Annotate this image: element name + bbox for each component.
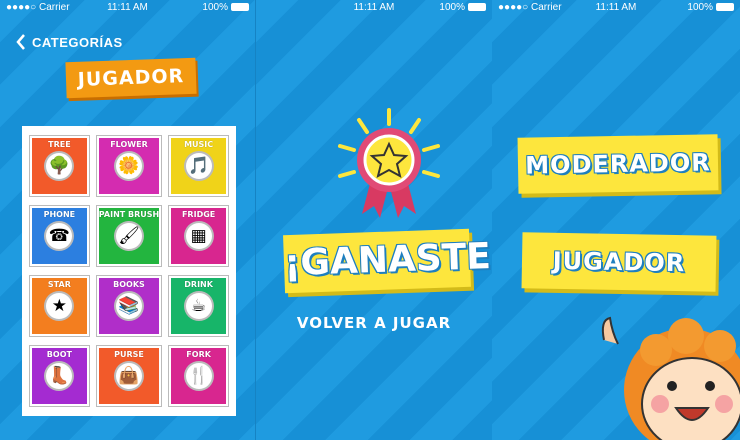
card-drink[interactable]: DRINK ☕ xyxy=(168,275,229,337)
card-label: BOOKS xyxy=(113,280,145,289)
win-screen: 11:11 AM 100% ¡GANASTE! VOLVER A JUGAR xyxy=(256,0,492,440)
boot-icon: 👢 xyxy=(44,361,75,391)
purse-icon: 👜 xyxy=(113,361,144,391)
battery-icon xyxy=(468,3,486,11)
card-tree[interactable]: TREE 🌳 xyxy=(29,135,90,197)
back-label: CATEGORÍAS xyxy=(32,34,123,50)
fridge-icon: ▦ xyxy=(183,221,214,251)
moderator-button[interactable]: MODERADOR xyxy=(517,134,719,194)
replay-button[interactable]: VOLVER A JUGAR xyxy=(256,314,492,332)
card-boot[interactable]: BOOT 👢 xyxy=(29,345,90,407)
paint-brush-icon: 🖌 xyxy=(113,221,144,251)
card-phone[interactable]: PHONE ☎ xyxy=(29,205,90,267)
card-music[interactable]: MUSIC 🎵 xyxy=(168,135,229,197)
card-books[interactable]: BOOKS 📚 xyxy=(95,275,163,337)
card-board: TREE 🌳 FLOWER 🌼 MUSIC 🎵 PHONE ☎ PAINT BRUSH 🖌 FRID… xyxy=(22,126,236,416)
card-star[interactable]: STAR ★ xyxy=(29,275,90,337)
card-label: BOOT xyxy=(46,350,72,359)
back-button[interactable]: CATEGORÍAS xyxy=(16,34,123,50)
card-label: STAR xyxy=(47,280,71,289)
card-fork[interactable]: FORK 🍴 xyxy=(168,345,229,407)
star-icon: ★ xyxy=(44,291,75,321)
books-icon: 📚 xyxy=(113,291,144,321)
card-label: DRINK xyxy=(184,280,213,289)
card-label: FLOWER xyxy=(110,140,148,149)
card-fridge[interactable]: FRIDGE ▦ xyxy=(168,205,229,267)
music-icon: 🎵 xyxy=(183,151,214,181)
status-bar: ●●●●○ Carrier 11:11 AM 100% xyxy=(0,0,255,16)
card-flower[interactable]: FLOWER 🌼 xyxy=(95,135,163,197)
card-label: FORK xyxy=(186,350,211,359)
girl-character-icon xyxy=(601,316,740,440)
card-purse[interactable]: PURSE 👜 xyxy=(95,345,163,407)
mode-tag: JUGADOR xyxy=(65,57,197,99)
flower-icon: 🌼 xyxy=(113,151,144,181)
phone-icon: ☎ xyxy=(44,221,75,251)
card-label: TREE xyxy=(48,140,71,149)
player-button[interactable]: JUGADOR xyxy=(521,232,717,292)
drink-icon: ☕ xyxy=(183,291,214,321)
status-bar: ●●●●○ Carrier 11:11 AM 100% xyxy=(492,0,740,16)
role-select-screen: ●●●●○ Carrier 11:11 AM 100% MODERADOR JU… xyxy=(492,0,740,440)
status-bar: 11:11 AM 100% xyxy=(256,0,492,16)
categories-screen: ●●●●○ Carrier 11:11 AM 100% CATEGORÍAS J… xyxy=(0,0,256,440)
fork-icon: 🍴 xyxy=(183,361,214,391)
tree-icon: 🌳 xyxy=(44,151,75,181)
card-label: MUSIC xyxy=(184,140,214,149)
card-paint-brush[interactable]: PAINT BRUSH 🖌 xyxy=(95,205,163,267)
card-label: PURSE xyxy=(114,350,144,359)
battery-icon xyxy=(716,3,734,11)
card-label: PAINT BRUSH xyxy=(98,210,160,219)
battery-icon xyxy=(231,3,249,11)
star-medal-icon xyxy=(338,108,440,218)
chevron-left-icon xyxy=(16,34,25,50)
card-label: FRIDGE xyxy=(181,210,216,219)
win-title: ¡GANASTE! xyxy=(283,228,492,294)
card-label: PHONE xyxy=(43,210,76,219)
